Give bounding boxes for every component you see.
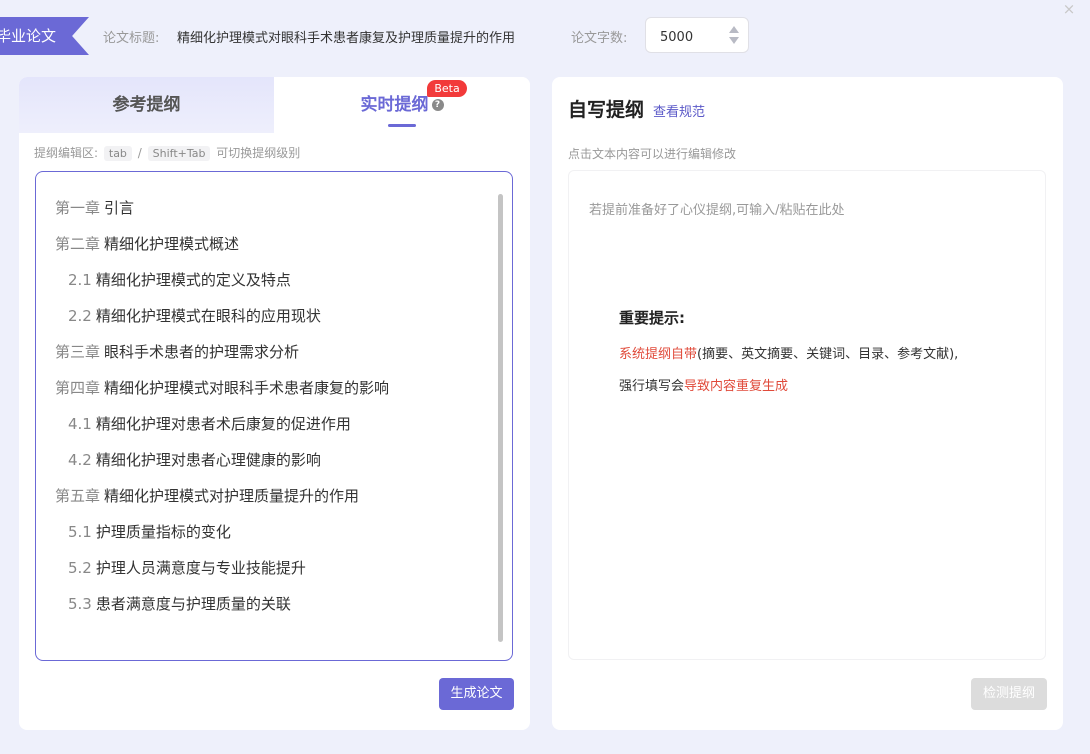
- close-icon[interactable]: ×: [1062, 2, 1076, 17]
- outline-item-text: 精细化护理对患者术后康复的促进作用: [95, 415, 351, 433]
- outline-item-text: 精细化护理对患者心理健康的影响: [95, 451, 321, 469]
- outline-item[interactable]: 第三章 眼科手术患者的护理需求分析: [36, 334, 496, 370]
- outline-edit-hint: 提纲编辑区: tab / Shift+Tab 可切换提纲级别: [34, 144, 300, 161]
- hint-suffix: 可切换提纲级别: [216, 146, 301, 160]
- title-value: 精细化护理模式对眼科手术患者康复及护理质量提升的作用: [177, 31, 516, 46]
- outline-item[interactable]: 4.1 精细化护理对患者术后康复的促进作用: [36, 406, 496, 442]
- self-written-panel: 自写提纲 查看规范 点击文本内容可以进行编辑修改 若提前准备好了心仪提纲,可输入…: [552, 77, 1063, 730]
- generate-paper-button[interactable]: 生成论文: [439, 678, 514, 710]
- help-icon[interactable]: ?: [431, 98, 444, 111]
- view-spec-link[interactable]: 查看规范: [653, 101, 705, 120]
- outline-item-text: 眼科手术患者的护理需求分析: [104, 343, 300, 361]
- outline-item-text: 护理质量指标的变化: [95, 523, 231, 541]
- self-outline-hint: 点击文本内容可以进行编辑修改: [568, 147, 737, 161]
- shift-tab-key-badge: Shift+Tab: [147, 146, 211, 161]
- outline-panel: 参考提纲 实时提纲? Beta 提纲编辑区: tab / Shift+Tab 可…: [19, 77, 530, 730]
- stepper-controls[interactable]: [728, 24, 740, 48]
- check-outline-button[interactable]: 检测提纲: [971, 678, 1047, 710]
- notice-red-text-1: 系统提纲自带: [619, 347, 698, 362]
- outline-item-text: 精细化护理模式对眼科手术患者康复的影响: [104, 379, 390, 397]
- tab-live-outline[interactable]: 实时提纲?: [274, 77, 530, 133]
- notice-line-1: 系统提纲自带(摘要、英文摘要、关键词、目录、参考文献),: [619, 345, 1029, 365]
- outline-item[interactable]: 2.2 精细化护理模式在眼科的应用现状: [36, 298, 496, 334]
- outline-item-text: 精细化护理模式对护理质量提升的作用: [104, 487, 360, 505]
- hint-separator: /: [137, 146, 142, 160]
- title-label: 论文标题:: [103, 31, 160, 46]
- important-notice: 重要提示: 系统提纲自带(摘要、英文摘要、关键词、目录、参考文献), 强行填写会…: [619, 307, 1029, 409]
- outline-item[interactable]: 第四章 精细化护理模式对眼科手术患者康复的影响: [36, 370, 496, 406]
- tab-key-badge: tab: [103, 146, 132, 161]
- word-count-input[interactable]: [658, 26, 722, 48]
- tab-reference-outline[interactable]: 参考提纲: [19, 77, 274, 133]
- tab-live-label: 实时提纲: [360, 95, 429, 115]
- outline-item-number: 5.1: [68, 523, 92, 541]
- notice-red-text-2: 导致内容重复生成: [684, 379, 789, 394]
- notice-title: 重要提示:: [619, 309, 685, 327]
- word-count-stepper[interactable]: [645, 17, 749, 53]
- outline-item[interactable]: 第一章 引言: [36, 190, 496, 226]
- chevron-down-icon[interactable]: [729, 37, 739, 44]
- outline-item[interactable]: 第五章 精细化护理模式对护理质量提升的作用: [36, 478, 496, 514]
- outline-item[interactable]: 2.1 精细化护理模式的定义及特点: [36, 262, 496, 298]
- outline-item-text: 精细化护理模式概述: [104, 235, 240, 253]
- outline-item-number: 第五章: [55, 487, 101, 505]
- outline-item-number: 4.2: [68, 451, 92, 469]
- outline-scrollbar[interactable]: [498, 194, 503, 642]
- outline-item-number: 4.1: [68, 415, 92, 433]
- self-outline-textarea[interactable]: 若提前准备好了心仪提纲,可输入/粘贴在此处 重要提示: 系统提纲自带(摘要、英文…: [568, 170, 1046, 660]
- outline-item-number: 第四章: [55, 379, 101, 397]
- outline-list: 第一章 引言 第二章 精细化护理模式概述 2.1 精细化护理模式的定义及特点 2.2 精细化护…: [36, 190, 496, 622]
- outline-item-text: 精细化护理模式在眼科的应用现状: [95, 307, 321, 325]
- outline-item-number: 2.1: [68, 271, 92, 289]
- outline-item[interactable]: 4.2 精细化护理对患者心理健康的影响: [36, 442, 496, 478]
- outline-tabs: 参考提纲 实时提纲? Beta: [19, 77, 530, 133]
- outline-item[interactable]: 5.1 护理质量指标的变化: [36, 514, 496, 550]
- notice-line-2: 强行填写会导致内容重复生成: [619, 377, 1029, 397]
- active-tab-indicator: [388, 124, 416, 127]
- outline-item-text: 患者满意度与护理质量的关联: [95, 595, 291, 613]
- outline-item-text: 护理人员满意度与专业技能提升: [95, 559, 306, 577]
- notice-prefix-text-2: 强行填写会: [619, 379, 685, 394]
- chevron-up-icon[interactable]: [729, 26, 739, 33]
- outline-item-number: 5.2: [68, 559, 92, 577]
- outline-item-number: 第一章: [55, 199, 101, 217]
- outline-item-number: 5.3: [68, 595, 92, 613]
- outline-item-number: 2.2: [68, 307, 92, 325]
- outline-item-number: 第二章: [55, 235, 101, 253]
- paper-type-badge[interactable]: 毕业论文: [0, 17, 89, 55]
- outline-editor[interactable]: 第一章 引言 第二章 精细化护理模式概述 2.1 精细化护理模式的定义及特点 2.2 精细化护…: [35, 171, 513, 661]
- word-count-label: 论文字数:: [571, 31, 628, 46]
- header-bar: 毕业论文 论文标题: 精细化护理模式对眼科手术患者康复及护理质量提升的作用 论文…: [0, 0, 1090, 72]
- outline-item[interactable]: 5.3 患者满意度与护理质量的关联: [36, 586, 496, 622]
- hint-prefix: 提纲编辑区:: [34, 146, 99, 160]
- self-outline-title: 自写提纲: [568, 99, 645, 121]
- self-outline-placeholder: 若提前准备好了心仪提纲,可输入/粘贴在此处: [589, 203, 845, 218]
- outline-item[interactable]: 第二章 精细化护理模式概述: [36, 226, 496, 262]
- outline-item-text: 精细化护理模式的定义及特点: [95, 271, 291, 289]
- beta-badge: Beta: [427, 80, 467, 97]
- outline-item-number: 第三章: [55, 343, 101, 361]
- outline-item[interactable]: 5.2 护理人员满意度与专业技能提升: [36, 550, 496, 586]
- notice-rest-text-1: (摘要、英文摘要、关键词、目录、参考文献),: [697, 347, 959, 362]
- outline-item-text: 引言: [104, 199, 135, 217]
